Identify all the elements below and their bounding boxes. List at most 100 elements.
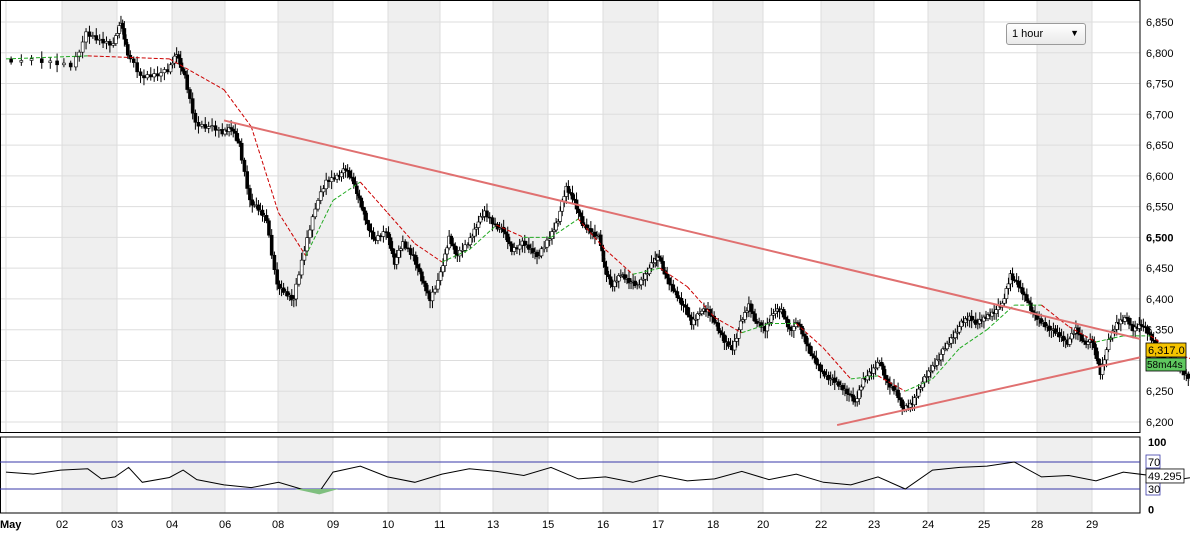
rsi-day-band: [62, 437, 117, 513]
day-band: [928, 0, 984, 432]
candle-down: [812, 355, 817, 359]
candle-down: [267, 220, 271, 236]
candle-up: [517, 244, 522, 250]
day-band: [388, 0, 440, 432]
candle-down: [87, 31, 92, 37]
chevron-down-icon: ▼: [1070, 28, 1079, 38]
candle-down: [802, 333, 806, 337]
day-band: [278, 0, 333, 432]
x-tick-label: 03: [111, 519, 123, 531]
candle-down: [781, 309, 786, 318]
candle-down: [101, 38, 105, 44]
candle-up: [438, 271, 443, 281]
candle-down: [233, 130, 238, 134]
candle-down: [125, 44, 130, 56]
candle-down: [347, 170, 352, 178]
x-tick-label: 18: [707, 519, 719, 531]
candle-down: [245, 171, 249, 189]
y-tick-label: 6,750: [1146, 79, 1174, 91]
candle-down: [449, 235, 453, 245]
day-band: [603, 0, 658, 432]
y-tick-label: 6,250: [1146, 386, 1174, 398]
candle-down: [505, 233, 510, 242]
candle-up: [468, 237, 473, 246]
day-band: [713, 0, 763, 432]
candle-up: [305, 237, 309, 252]
candle-up: [297, 274, 301, 285]
candle-down: [39, 58, 44, 63]
rsi-day-band: [603, 437, 658, 513]
candle-down: [176, 54, 181, 59]
candle-up: [1106, 339, 1111, 350]
candle-down: [203, 124, 208, 129]
candle-down: [420, 271, 424, 282]
rsi-day-band: [928, 437, 984, 513]
candle-down: [1027, 300, 1031, 304]
candle-down: [422, 280, 426, 284]
candle-down: [231, 128, 235, 132]
candle-up: [84, 31, 88, 43]
candle-up: [560, 200, 565, 212]
price-chart: 6,850 6,800 6,750 6,700 6,650 6,600 6,550 6,500…: [0, 0, 1190, 531]
candle-up: [1086, 341, 1090, 345]
candle-down: [256, 204, 261, 211]
candle-down: [260, 209, 265, 216]
candle-down: [188, 89, 192, 99]
x-tick-label: 06: [219, 519, 231, 531]
candle-down: [120, 22, 125, 29]
candle-down: [665, 274, 669, 279]
candle-up: [700, 310, 704, 314]
candle-down: [884, 374, 888, 380]
day-band: [821, 0, 874, 432]
candle-down: [896, 389, 900, 398]
candle-down: [818, 364, 823, 372]
candle-up: [117, 25, 122, 34]
chart-container: 6,850 6,800 6,750 6,700 6,650 6,600 6,550 6,500…: [0, 0, 1190, 533]
rsi-tick-label: 100: [1148, 437, 1166, 449]
rsi-tick-label: 70: [1148, 457, 1160, 469]
x-tick-label: 28: [1031, 519, 1043, 531]
candle-down: [413, 254, 418, 265]
candle-down: [503, 231, 508, 235]
candle-up: [321, 188, 326, 193]
candle-down: [1092, 342, 1097, 349]
candle-up: [168, 64, 173, 73]
candle-up: [29, 58, 34, 61]
candle-up: [200, 124, 204, 127]
day-band: [493, 0, 548, 432]
candle-up: [97, 38, 102, 41]
candle-up: [865, 375, 870, 381]
y-tick-label: 6,800: [1146, 48, 1174, 60]
candle-down: [94, 35, 99, 41]
timeframe-dropdown[interactable]: 1 hour ▼: [1006, 23, 1086, 45]
y-tick-label: 6,550: [1146, 202, 1174, 214]
candle-down: [667, 277, 671, 285]
candle-down: [68, 62, 73, 68]
candle-down: [272, 254, 277, 270]
candle-down: [1080, 334, 1084, 342]
candle-up: [308, 229, 312, 238]
candle-down: [1010, 273, 1015, 281]
candle-up: [299, 259, 304, 276]
candle-up: [310, 216, 315, 231]
candle-up: [313, 208, 318, 218]
candle-up: [734, 338, 739, 342]
candle-down: [9, 58, 13, 63]
candle-down: [55, 60, 59, 66]
y-tick-label: 6,700: [1146, 109, 1174, 121]
candle-up: [210, 125, 214, 127]
candle-down: [239, 142, 244, 161]
candle-up: [1006, 283, 1011, 289]
candle-down: [403, 241, 408, 249]
candle-down: [604, 266, 609, 275]
candle-down: [155, 73, 160, 77]
y-tick-label: 6,450: [1146, 263, 1174, 275]
candle-up: [859, 386, 864, 391]
candle-down: [566, 186, 571, 193]
x-tick-label: 15: [542, 519, 554, 531]
candle-down: [712, 315, 716, 323]
candle-down: [1016, 280, 1021, 288]
candle-down: [708, 309, 712, 316]
candle-up: [957, 326, 962, 333]
candle-down: [388, 237, 393, 249]
